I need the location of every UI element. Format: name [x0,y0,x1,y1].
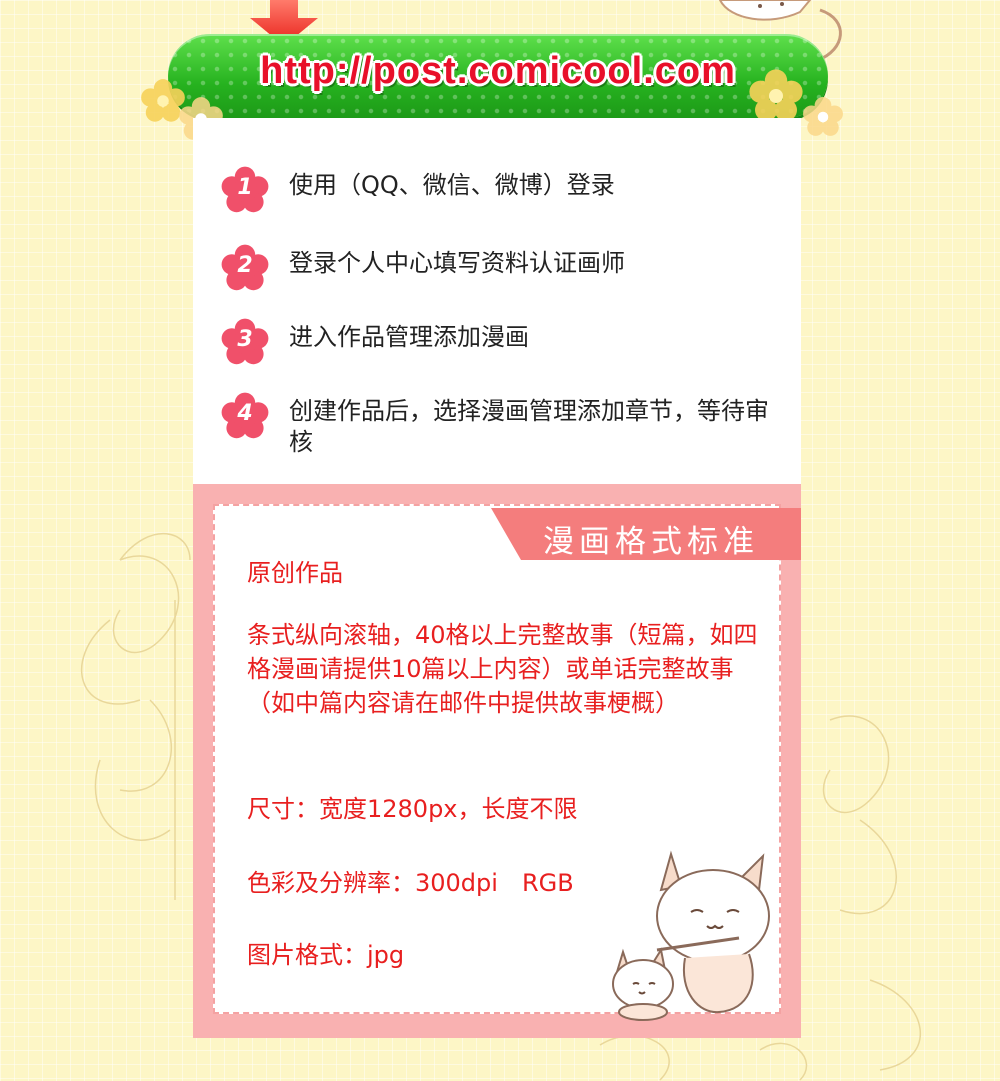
step-text: 进入作品管理添加漫画 [289,323,529,351]
flower-badge-icon: 3 [221,318,269,366]
steps-panel: 1 使用（QQ、微信、微博）登录 2 登录个人中心填写资料认证画师 3 进入作品… [193,118,801,484]
flower-icon [803,97,843,136]
flower-badge-icon: 1 [221,166,269,214]
format-standard-card: 漫画格式标准 原创作品 条式纵向滚轴，40格以上完整故事（短篇，如四格漫画请提供… [213,504,801,1021]
step-text: 使用（QQ、微信、微博）登录 [289,171,615,199]
format-size: 尺寸：宽度1280px，长度不限 [247,795,578,823]
step-number: 1 [237,175,253,200]
flower-badge-icon: 4 [221,392,269,440]
step-number: 4 [237,401,253,426]
flower-badge-icon: 2 [221,244,269,292]
cat-mascot-icon [612,850,770,1021]
format-standard-panel: 漫画格式标准 原创作品 条式纵向滚轴，40格以上完整故事（短篇，如四格漫画请提供… [193,484,801,1038]
format-title: 漫画格式标准 [543,524,759,560]
step-number: 3 [237,327,253,352]
url-link[interactable]: http://post.comicool.com [168,50,828,93]
format-category: 原创作品 [247,559,343,587]
step-number: 2 [237,253,253,278]
format-description: 条式纵向滚轴，40格以上完整故事（短篇，如四格漫画请提供10篇以上内容）或单话完… [247,621,758,717]
url-banner[interactable]: http://post.comicool.com [168,34,828,118]
step-text: 创建作品后，选择漫画管理添加章节，等待审核 [289,397,769,456]
flower-icon [749,69,803,122]
step-text: 登录个人中心填写资料认证画师 [289,249,625,277]
